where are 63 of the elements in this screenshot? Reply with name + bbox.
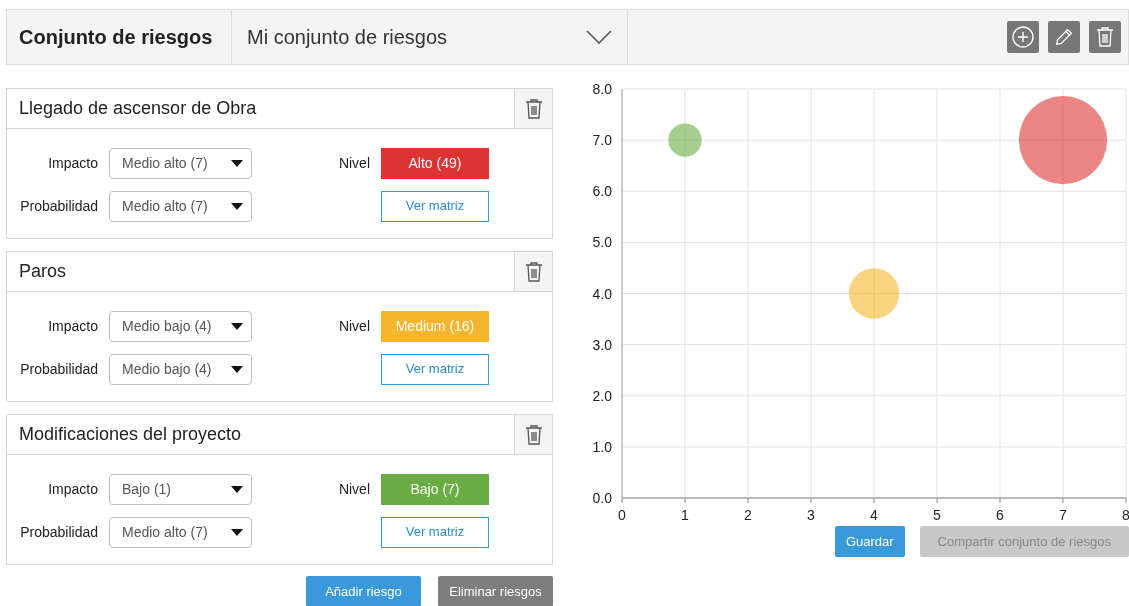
caret-icon [231, 202, 243, 210]
x-tick-label: 4 [870, 507, 878, 523]
view-matrix-button[interactable]: Ver matriz [381, 190, 489, 222]
field-label: Probabilidad [20, 522, 98, 542]
x-tick-label: 6 [996, 507, 1004, 523]
risk-level-badge: Medium (16) [381, 310, 489, 342]
page-title: Conjunto de riesgos [7, 10, 232, 64]
risk-title: Modificaciones del proyecto [18, 423, 243, 446]
level-label: Nivel [338, 316, 370, 336]
y-tick-label: 0.0 [592, 490, 612, 506]
x-tick-label: 8 [1122, 507, 1129, 523]
risk-level-badge: Bajo (7) [381, 473, 489, 505]
select-field[interactable]: Medio bajo (4) [109, 353, 252, 385]
pencil-icon[interactable] [1048, 21, 1080, 53]
caret-icon [231, 365, 243, 373]
risk-bubble [668, 123, 702, 157]
view-matrix-button[interactable]: Ver matriz [381, 516, 489, 548]
y-tick-label: 5.0 [592, 234, 612, 251]
y-tick-label: 7.0 [592, 132, 612, 149]
action-button[interactable]: Eliminar riesgos [438, 576, 553, 606]
caret-icon [231, 485, 243, 493]
caret-icon [231, 528, 243, 536]
y-tick-label: 8.0 [592, 81, 612, 97]
delete-risk-button[interactable] [514, 252, 552, 291]
caret-icon [231, 159, 243, 167]
chevron-down-icon [586, 30, 612, 44]
field-label: Probabilidad [20, 196, 98, 216]
select-field[interactable]: Medio alto (7) [109, 147, 252, 179]
x-tick-label: 5 [933, 507, 941, 523]
level-label: Nivel [338, 479, 370, 499]
field-label: Impacto [48, 316, 98, 336]
delete-risk-button[interactable] [514, 89, 552, 128]
y-tick-label: 3.0 [592, 336, 612, 353]
trash-icon[interactable] [1089, 21, 1121, 53]
field-label: Probabilidad [20, 359, 98, 379]
x-tick-label: 0 [618, 507, 626, 523]
y-tick-label: 4.0 [592, 285, 612, 302]
risk-bubble [848, 268, 900, 319]
field-label: Impacto [48, 479, 98, 499]
select-field[interactable]: Medio bajo (4) [109, 310, 252, 342]
x-tick-label: 3 [807, 507, 815, 523]
risk-level-badge: Alto (49) [381, 147, 489, 179]
trash-icon [523, 260, 544, 283]
delete-risk-button[interactable] [514, 415, 552, 454]
trash-icon [523, 97, 544, 120]
view-matrix-button[interactable]: Ver matriz [381, 353, 489, 385]
select-field[interactable]: Medio alto (7) [109, 190, 252, 222]
y-tick-label: 1.0 [592, 438, 612, 455]
select-field[interactable]: Medio alto (7) [109, 516, 252, 548]
x-tick-label: 2 [744, 507, 752, 523]
select-field[interactable]: Bajo (1) [109, 473, 252, 505]
x-tick-label: 7 [1059, 507, 1067, 523]
level-label: Nivel [338, 153, 370, 173]
risk-title: Llegado de ascensor de Obra [18, 97, 258, 120]
caret-icon [231, 322, 243, 330]
risk-set-dropdown[interactable]: Mi conjunto de riesgos [232, 10, 628, 64]
y-tick-label: 6.0 [592, 183, 612, 200]
y-tick-label: 2.0 [592, 387, 612, 404]
add-icon[interactable] [1007, 21, 1039, 53]
field-label: Impacto [48, 153, 98, 173]
risk-title: Paros [18, 260, 68, 283]
x-tick-label: 1 [681, 507, 689, 523]
trash-icon [523, 423, 544, 446]
